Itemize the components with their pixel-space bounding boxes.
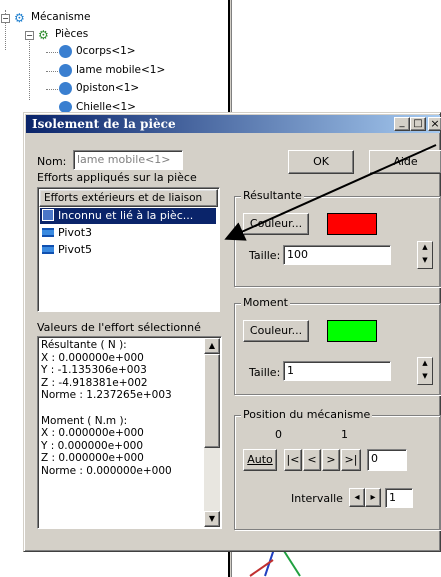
moment-size-label: Taille: xyxy=(249,366,281,379)
tree-line xyxy=(29,34,30,100)
interval-label: Intervalle xyxy=(291,492,343,505)
effort-label: Pivot5 xyxy=(58,243,92,256)
moment-color-swatch[interactable] xyxy=(327,320,377,342)
values-textbox[interactable]: Résultante ( N ): X : 0.000000e+000 Y : -1… xyxy=(37,336,222,529)
scale-start-label: 0 xyxy=(275,428,282,441)
part-icon xyxy=(59,45,72,58)
moment-group: Moment Couleur... Taille: 1 ▲ ▼ xyxy=(234,296,441,395)
list-item[interactable]: Pivot5 xyxy=(40,242,216,258)
ok-button[interactable]: OK xyxy=(288,150,354,174)
value-line: Z : 0.000000e+000 xyxy=(41,452,144,465)
name-label: Nom: xyxy=(37,155,67,168)
values-section-label: Valeurs de l'effort sélectionné xyxy=(37,321,201,334)
tree-item-part[interactable]: Chielle<1> xyxy=(76,100,136,112)
efforts-list: Efforts extérieurs et de liaison Inconnu… xyxy=(37,187,220,312)
interval-left-button[interactable]: ◂ xyxy=(349,488,365,507)
interval-field[interactable]: 1 xyxy=(385,488,413,508)
tree-item-part[interactable]: 0corps<1> xyxy=(76,44,136,59)
part-icon xyxy=(59,64,72,77)
resultante-group: Résultante Couleur... Taille: 100 ▲ ▼ xyxy=(234,189,441,287)
value-line xyxy=(41,402,201,415)
last-frame-button[interactable]: >| xyxy=(341,449,361,471)
maximize-button[interactable]: □ xyxy=(410,117,426,131)
mecanisme-icon: ⚙ xyxy=(14,11,25,25)
efforts-list-header[interactable]: Efforts extérieurs et de liaison xyxy=(39,189,218,207)
spin-up-icon[interactable]: ▲ xyxy=(418,358,432,371)
value-line: Norme : 1.237265e+003 xyxy=(41,389,172,402)
prev-frame-button[interactable]: < xyxy=(303,449,321,471)
part-icon xyxy=(59,82,72,95)
parts-icon: ⚙ xyxy=(38,28,49,42)
moment-size-spinner[interactable]: ▲ ▼ xyxy=(417,357,433,385)
collapse-box[interactable]: − xyxy=(25,31,34,40)
value-line: Résultante ( N ): xyxy=(41,339,127,351)
scroll-down-button[interactable]: ▼ xyxy=(204,511,220,527)
close-button[interactable]: × xyxy=(428,117,441,131)
pivot-icon xyxy=(42,245,54,254)
moment-color-button[interactable]: Couleur... xyxy=(243,320,309,342)
tree-item-pieces[interactable]: Pièces xyxy=(55,27,88,42)
resultante-size-spinner[interactable]: ▲ ▼ xyxy=(417,241,433,269)
spin-up-icon[interactable]: ▲ xyxy=(418,242,432,255)
values-scrollbar[interactable]: ▲ ▼ xyxy=(204,338,220,527)
moment-group-label: Moment xyxy=(241,296,290,309)
effort-link-icon xyxy=(42,209,54,221)
resultante-color-button[interactable]: Couleur... xyxy=(243,213,309,235)
scroll-up-button[interactable]: ▲ xyxy=(204,338,220,354)
position-group: Position du mécanisme 0 1 Auto |< < > >|… xyxy=(234,408,441,530)
tree-item-mecanisme[interactable]: Mécanisme xyxy=(31,10,90,25)
spin-down-icon[interactable]: ▼ xyxy=(418,371,432,384)
value-line: X : 0.000000e+000 xyxy=(41,351,144,364)
dialog-title: Isolement de la pièce xyxy=(32,117,176,131)
minimize-button[interactable]: _ xyxy=(394,117,410,131)
help-button[interactable]: Aide xyxy=(369,150,441,174)
position-group-label: Position du mécanisme xyxy=(241,408,373,421)
value-line: Y : -1.135306e+003 xyxy=(41,364,147,377)
value-line: Moment ( N.m ): xyxy=(41,414,128,427)
tree-line xyxy=(46,71,58,72)
list-item[interactable]: Inconnu et lié à la pièc... xyxy=(40,208,216,224)
interval-right-button[interactable]: ▸ xyxy=(365,488,381,507)
dialog-title-bar[interactable]: Isolement de la pièce xyxy=(26,115,440,133)
position-field[interactable]: 0 xyxy=(367,449,407,471)
effort-label: Inconnu et lié à la pièc... xyxy=(58,209,194,222)
resultante-color-swatch[interactable] xyxy=(327,213,377,235)
list-item[interactable]: Pivot3 xyxy=(40,225,216,241)
values-lines: Résultante ( N ): X : 0.000000e+000 Y : -1… xyxy=(41,339,201,478)
name-field[interactable]: lame mobile<1> xyxy=(73,150,183,170)
auto-button[interactable]: Auto xyxy=(243,449,277,471)
value-line: Y : 0.000000e+000 xyxy=(41,439,144,452)
value-line: X : 0.000000e+000 xyxy=(41,427,144,440)
moment-size-field[interactable]: 1 xyxy=(283,361,391,381)
tree-line xyxy=(46,89,58,90)
value-line: Z : -4.918381e+002 xyxy=(41,376,148,389)
dialog-window: Isolement de la pièce _ □ × Nom: lame mo… xyxy=(23,112,441,552)
scroll-thumb[interactable] xyxy=(204,354,220,448)
resultante-size-label: Taille: xyxy=(249,249,281,262)
tree-item-part[interactable]: lame mobile<1> xyxy=(76,63,165,78)
pivot-icon xyxy=(42,228,54,237)
resultante-group-label: Résultante xyxy=(241,189,304,202)
efforts-section-label: Efforts appliqués sur la pièce xyxy=(37,171,197,184)
first-frame-button[interactable]: |< xyxy=(284,449,302,471)
spin-down-icon[interactable]: ▼ xyxy=(418,255,432,268)
effort-label: Pivot3 xyxy=(58,226,92,239)
tree-line xyxy=(46,52,58,53)
value-line: Norme : 0.000000e+000 xyxy=(41,464,172,477)
collapse-box[interactable]: − xyxy=(1,14,10,23)
scale-end-label: 1 xyxy=(341,428,348,441)
next-frame-button[interactable]: > xyxy=(322,449,340,471)
resultante-size-field[interactable]: 100 xyxy=(283,245,391,265)
tree-item-part[interactable]: 0piston<1> xyxy=(76,81,139,96)
